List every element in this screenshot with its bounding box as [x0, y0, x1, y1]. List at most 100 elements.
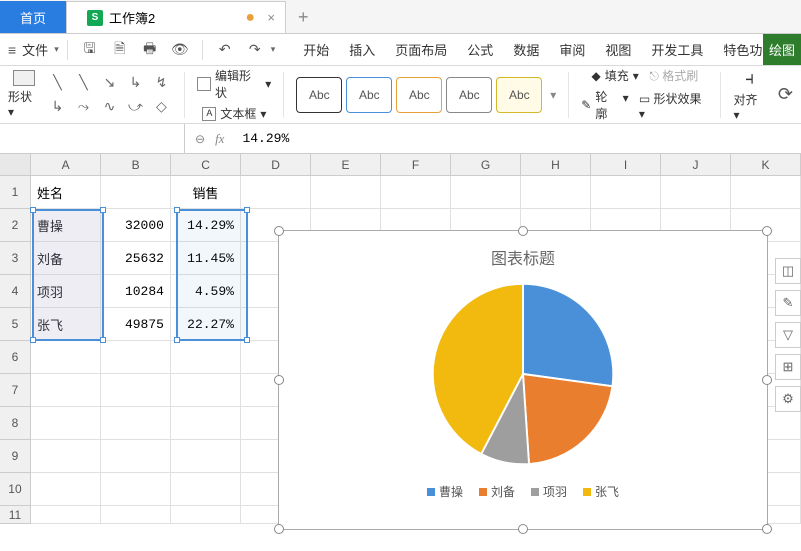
chart-object[interactable]: 图表标题 曹操 刘备 项羽 张飞	[278, 230, 768, 530]
line-shape[interactable]: ⤻	[124, 98, 146, 115]
undo-icon[interactable]: ↶	[215, 40, 235, 60]
col-header[interactable]: K	[731, 154, 801, 175]
redo-dropdown-icon[interactable]: ▾	[271, 44, 276, 55]
align-button[interactable]: ⫞ 对齐 ▾	[733, 68, 765, 122]
tab-view[interactable]: 视图	[605, 40, 631, 59]
cell-A2[interactable]: 曹操	[31, 209, 101, 242]
row-header[interactable]: 11	[0, 506, 31, 524]
chart-settings-icon[interactable]: ⚙	[775, 386, 801, 412]
workbook-tab[interactable]: S 工作簿2 ● ×	[66, 1, 286, 33]
col-header[interactable]: D	[241, 154, 311, 175]
line-shape[interactable]: ╲	[46, 74, 68, 91]
resize-handle[interactable]	[518, 226, 528, 236]
col-header[interactable]: C	[171, 154, 241, 175]
tab-formula[interactable]: 公式	[467, 40, 493, 59]
resize-handle[interactable]	[518, 524, 528, 534]
resize-handle[interactable]	[762, 375, 772, 385]
row-header[interactable]: 8	[0, 407, 31, 440]
cell-A3[interactable]: 刘备	[31, 242, 101, 275]
tab-drawing-tools[interactable]: 绘图	[763, 34, 801, 65]
line-shape[interactable]: ↳	[124, 74, 146, 91]
home-tab[interactable]: 首页	[0, 1, 66, 33]
cell-B2[interactable]: 32000	[101, 209, 171, 242]
rotate-icon[interactable]: ⟳	[778, 84, 793, 105]
chart-filter-icon[interactable]: ▽	[775, 322, 801, 348]
styles-more-icon[interactable]: ▾	[550, 88, 556, 102]
cell-B3[interactable]: 25632	[101, 242, 171, 275]
line-shape[interactable]: ∿	[98, 98, 120, 115]
file-dropdown-icon[interactable]: ▾	[54, 44, 59, 55]
zoom-out-icon[interactable]: ⊖	[195, 132, 205, 146]
cell-A5[interactable]: 张飞	[31, 308, 101, 341]
tab-review[interactable]: 审阅	[559, 40, 585, 59]
chart-legend[interactable]: 曹操 刘备 项羽 张飞	[279, 483, 767, 500]
line-shape[interactable]: ⤳	[72, 98, 94, 115]
resize-handle[interactable]	[274, 524, 284, 534]
new-tab-button[interactable]: +	[286, 1, 321, 33]
row-header[interactable]: 6	[0, 341, 31, 374]
file-menu[interactable]: 文件	[22, 40, 48, 59]
col-header[interactable]: H	[521, 154, 591, 175]
hamburger-icon[interactable]: ≡	[8, 42, 16, 58]
cell-C1[interactable]: 销售	[171, 176, 241, 209]
save-icon[interactable]: 🖫	[80, 40, 100, 60]
line-shape[interactable]: ◇	[150, 98, 172, 115]
chart-title[interactable]: 图表标题	[279, 231, 767, 269]
preview-icon[interactable]: 👁	[170, 40, 190, 60]
shape-style-3[interactable]: Abc	[396, 77, 442, 113]
fx-icon[interactable]: fx	[215, 131, 224, 147]
save-as-icon[interactable]: 🗎	[110, 40, 130, 60]
tab-devtools[interactable]: 开发工具	[651, 40, 703, 59]
row-header[interactable]: 10	[0, 473, 31, 506]
col-header[interactable]: I	[591, 154, 661, 175]
cell-A1[interactable]: 姓名	[31, 176, 101, 209]
tab-pagelayout[interactable]: 页面布局	[395, 40, 447, 59]
cell-B5[interactable]: 49875	[101, 308, 171, 341]
row-header[interactable]: 3	[0, 242, 31, 275]
resize-handle[interactable]	[274, 375, 284, 385]
cell-C2[interactable]: 14.29%	[171, 209, 241, 242]
cell-C3[interactable]: 11.45%	[171, 242, 241, 275]
line-shape[interactable]: ↘	[98, 74, 120, 91]
edit-shape-button[interactable]: 编辑形状 ▾	[197, 67, 271, 101]
cell-B4[interactable]: 10284	[101, 275, 171, 308]
shape-style-2[interactable]: Abc	[346, 77, 392, 113]
row-header[interactable]: 1	[0, 176, 31, 209]
shape-style-1[interactable]: Abc	[296, 77, 342, 113]
resize-handle[interactable]	[762, 524, 772, 534]
line-shape[interactable]: ╲	[72, 74, 94, 91]
row-header[interactable]: 4	[0, 275, 31, 308]
tab-insert[interactable]: 插入	[349, 40, 375, 59]
tab-start[interactable]: 开始	[303, 40, 329, 59]
col-header[interactable]: B	[101, 154, 171, 175]
shapes-button[interactable]: 形状 ▾	[8, 70, 40, 119]
line-shape[interactable]: ↯	[150, 74, 172, 91]
fill-button[interactable]: ◆ 填充 ▾ ⎋ 格式刷	[591, 67, 698, 84]
redo-icon[interactable]: ↷	[245, 40, 265, 60]
chart-format-icon[interactable]: ✎	[775, 290, 801, 316]
textbox-button[interactable]: A文本框 ▾	[202, 105, 266, 122]
shape-style-4[interactable]: Abc	[446, 77, 492, 113]
select-all-corner[interactable]	[0, 154, 31, 175]
formula-value[interactable]: 14.29%	[242, 131, 289, 146]
cell-B1[interactable]	[101, 176, 171, 209]
resize-handle[interactable]	[274, 226, 284, 236]
col-header[interactable]: A	[31, 154, 101, 175]
row-header[interactable]: 9	[0, 440, 31, 473]
pie-chart[interactable]	[279, 279, 767, 469]
line-shape[interactable]: ↳	[46, 98, 68, 115]
close-tab-icon[interactable]: ×	[267, 10, 275, 25]
col-header[interactable]: F	[381, 154, 451, 175]
row-header[interactable]: 7	[0, 374, 31, 407]
col-header[interactable]: E	[311, 154, 381, 175]
shape-style-5[interactable]: Abc	[496, 77, 542, 113]
format-painter-button[interactable]: ⎋ 格式刷	[649, 67, 698, 84]
col-header[interactable]: J	[661, 154, 731, 175]
name-box[interactable]	[0, 124, 185, 153]
tab-data[interactable]: 数据	[513, 40, 539, 59]
cell-C5[interactable]: 22.27%	[171, 308, 241, 341]
col-header[interactable]: G	[451, 154, 521, 175]
chart-elements-icon[interactable]: ⊞	[775, 354, 801, 380]
outline-button[interactable]: ✎ 轮廓 ▾ ▭ 形状效果 ▾	[581, 88, 708, 122]
row-header[interactable]: 2	[0, 209, 31, 242]
